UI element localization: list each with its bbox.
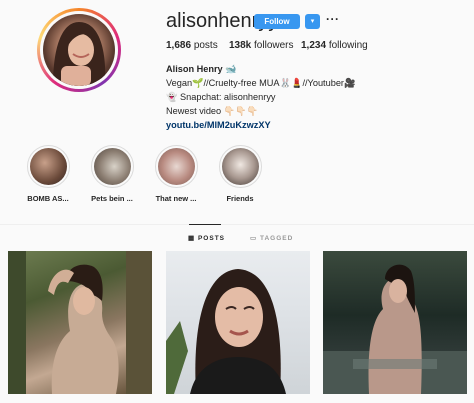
post-photo-water <box>323 264 467 394</box>
avatar-border <box>40 11 118 89</box>
tab-posts-label: POSTS <box>197 235 226 242</box>
highlight-thumbnail <box>221 148 259 185</box>
following-count: 1,234 <box>301 40 327 51</box>
bio-line-3: Newest video 👇🏻👇🏻👇🏻 <box>166 106 259 116</box>
bio-name: Alison Henry 🐋 <box>166 64 237 74</box>
tab-posts[interactable]: ▦ POSTS <box>188 234 225 242</box>
following-label: following <box>328 40 368 51</box>
bio-line-2: 👻 Snapchat: alisonhenryy <box>166 92 276 102</box>
highlight-thumbnail <box>29 148 67 185</box>
post-thumbnail[interactable] <box>166 251 310 394</box>
tag-icon: ▭ <box>250 235 258 242</box>
followers-count: 138k <box>229 40 252 51</box>
bio-line-1: Vegan🌱//Cruelty-free MUA🐰💄//Youtuber🎥 <box>166 78 356 88</box>
followers-label: followers <box>254 40 294 51</box>
avatar-photo <box>43 14 115 86</box>
posts-label: posts <box>193 40 218 51</box>
highlight-ring <box>154 145 198 188</box>
profile-bio: Alison Henry 🐋 Vegan🌱//Cruelty-free MUA🐰… <box>166 62 355 132</box>
grid-icon: ▦ <box>188 235 196 242</box>
post-thumbnail[interactable] <box>323 251 467 394</box>
highlight-thumbnail <box>93 148 131 185</box>
tab-tagged-label: TAGGED <box>259 235 294 242</box>
profile-avatar[interactable] <box>37 8 121 92</box>
highlight-label: Friends <box>226 194 254 203</box>
post-photo-forest <box>8 251 152 394</box>
highlight-ring <box>26 145 70 188</box>
suggestions-dropdown-button[interactable]: ▾ <box>305 14 320 29</box>
tab-tagged[interactable]: ▭ TAGGED <box>250 234 293 242</box>
bio-link[interactable]: youtu.be/MlM2uKzwzXY <box>166 120 271 130</box>
more-options-icon[interactable]: ··· <box>326 12 340 26</box>
highlight-friends[interactable]: Friends <box>200 145 280 203</box>
tab-divider <box>0 224 474 225</box>
posts-stat: 1,686 posts <box>166 40 218 51</box>
post-photo-portrait <box>166 269 286 394</box>
posts-count: 1,686 <box>166 40 192 51</box>
following-stat[interactable]: 1,234 following <box>301 40 368 51</box>
follow-button[interactable]: Follow <box>254 14 300 29</box>
avatar-portrait-icon <box>53 22 106 86</box>
highlight-ring <box>90 145 134 188</box>
active-tab-indicator <box>189 224 221 225</box>
highlight-thumbnail <box>157 148 195 185</box>
highlight-ring <box>218 145 262 188</box>
followers-stat[interactable]: 138k followers <box>229 40 294 51</box>
post-thumbnail[interactable] <box>8 251 152 394</box>
